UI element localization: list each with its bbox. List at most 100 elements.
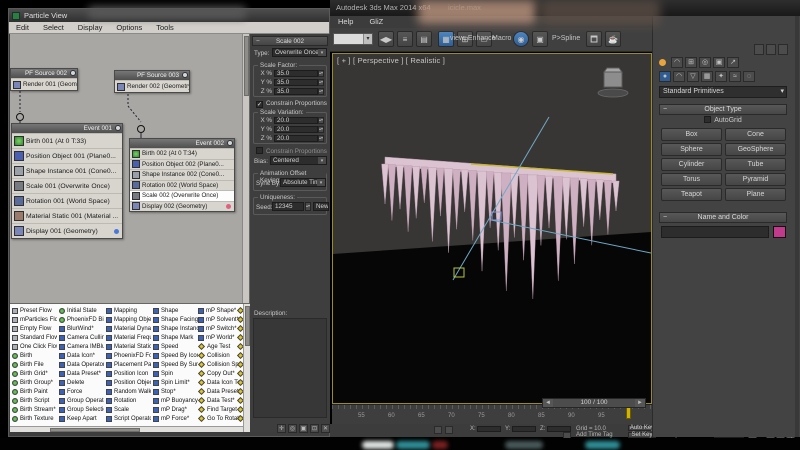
- isolate-selection-icon[interactable]: [434, 426, 442, 434]
- menu-item-edit[interactable]: Edit: [9, 22, 36, 33]
- depot-item-birth-group[interactable]: Birth Group*: [11, 378, 57, 387]
- perspective-viewport[interactable]: [ + ] [ Perspective ] [ Realistic ]: [332, 53, 652, 404]
- zoom-region-icon[interactable]: ▣: [299, 424, 308, 433]
- params-rollout-header[interactable]: − Scale 002: [252, 36, 328, 46]
- cylinder-button[interactable]: Cylinder: [661, 158, 722, 171]
- depot-horizontal-scrollbar[interactable]: [10, 426, 243, 432]
- type-dropdown[interactable]: Overwrite Once ▾: [272, 48, 327, 57]
- spinner-arrows[interactable]: ▴▾: [318, 70, 324, 77]
- depot-item-force[interactable]: Force: [58, 387, 104, 396]
- constrain-proportions-2[interactable]: Constrain Proportions: [256, 147, 327, 155]
- render-setup-icon[interactable]: ◉: [513, 31, 529, 47]
- value-field[interactable]: 35.0: [274, 88, 318, 95]
- no-zoom-icon[interactable]: ✕: [321, 424, 330, 433]
- depot-item-phoenixfd-force[interactable]: PhoenixFD Force: [105, 351, 151, 360]
- menu-item-gliz[interactable]: GliZ: [361, 16, 391, 27]
- render-operator-row[interactable]: Render 001 (Geometry): [11, 78, 77, 90]
- autogrid-row[interactable]: AutoGrid: [659, 116, 787, 124]
- depot-item-birth-grid[interactable]: Birth Grid*: [11, 369, 57, 378]
- spinner-row[interactable]: Z % 20.0 ▴▾: [256, 134, 324, 143]
- pan-tool-icon[interactable]: ✛: [277, 424, 286, 433]
- operator-row[interactable]: Display 001 (Geometry): [12, 223, 122, 238]
- pf-source-node[interactable]: PF Source 002 Render 001 (Geometry): [10, 68, 78, 91]
- depot-item-birth-paint[interactable]: Birth Paint: [11, 387, 57, 396]
- cone-button[interactable]: Cone: [725, 128, 786, 141]
- workspace-icon-3[interactable]: [778, 44, 788, 55]
- depot-item-speed[interactable]: Speed: [152, 342, 198, 351]
- depot-item-standard-flow[interactable]: Standard Flow: [11, 333, 57, 342]
- constrain-checkbox[interactable]: [256, 147, 263, 154]
- toolbar-text-pspline[interactable]: P>Spline: [552, 35, 580, 42]
- rollout-name-color[interactable]: − Name and Color: [659, 212, 787, 223]
- depot-item-preset-flow[interactable]: Preset Flow: [11, 306, 57, 315]
- depot-item-shape-mark[interactable]: Shape Mark: [152, 333, 198, 342]
- render-operator-row[interactable]: Render 002 (Geometry): [115, 80, 189, 92]
- subtab-geometry[interactable]: ●: [659, 71, 671, 82]
- depot-item-keep-apart[interactable]: Keep Apart: [58, 414, 104, 423]
- depot-item-mp-buoyancy[interactable]: mP Buoyancy*: [152, 396, 198, 405]
- command-panel-scrollbar[interactable]: [795, 16, 799, 437]
- operator-row[interactable]: Birth 001 (At 0 T:33): [12, 133, 122, 148]
- manage-layers-icon[interactable]: ▤: [416, 31, 432, 47]
- depot-item-empty-flow[interactable]: Empty Flow: [11, 324, 57, 333]
- depot-item-phoenixfd-birth[interactable]: PhoenixFD Birth: [58, 315, 104, 324]
- operator-row[interactable]: Display 002 (Geometry): [130, 200, 234, 211]
- operator-row[interactable]: Birth 002 (At 0 T:34): [130, 148, 234, 159]
- depot-item-scale[interactable]: Scale: [105, 405, 151, 414]
- workspace-icon-1[interactable]: [754, 44, 764, 55]
- value-field[interactable]: 35.0: [274, 70, 318, 77]
- subtab-spacewarps[interactable]: ≈: [729, 71, 741, 82]
- y-coordinate-field[interactable]: [512, 426, 536, 432]
- next-frame-icon[interactable]: ►: [635, 399, 645, 407]
- depot-item-mp-drag[interactable]: mP Drag*: [152, 405, 198, 414]
- enable-lamp-icon[interactable]: [227, 140, 233, 146]
- value-field[interactable]: 20.0: [274, 126, 318, 133]
- spinner-row[interactable]: Y % 20.0 ▴▾: [256, 125, 324, 134]
- torus-button[interactable]: Torus: [661, 173, 722, 186]
- depot-item-one-click-flow[interactable]: One Click Flow: [11, 342, 57, 351]
- depot-item-spin[interactable]: Spin: [152, 369, 198, 378]
- depot-item-position-object[interactable]: Position Object: [105, 378, 151, 387]
- sphere-button[interactable]: Sphere: [661, 143, 722, 156]
- depot-item-camera-imblur[interactable]: Camera IMBlur*: [58, 342, 104, 351]
- render-frame-icon[interactable]: ▣: [532, 31, 548, 47]
- depot[interactable]: Preset FlowmParticles Flow*Empty FlowSta…: [10, 303, 250, 432]
- depot-item-mparticles-flow[interactable]: mParticles Flow*: [11, 315, 57, 324]
- particle-view-canvas[interactable]: PF Source 002 Render 001 (Geometry) PF S…: [10, 34, 250, 303]
- subtab-systems[interactable]: ◌: [743, 71, 755, 82]
- selection-filter-dropdown[interactable]: ▾: [333, 33, 373, 45]
- subtab-shapes[interactable]: ◠: [673, 71, 685, 82]
- pf-source-header[interactable]: PF Source 002: [11, 69, 77, 78]
- spinner-row[interactable]: Y % 35.0 ▴▾: [256, 78, 324, 87]
- subtab-lights[interactable]: ▽: [687, 71, 699, 82]
- depot-item-stop[interactable]: Stop*: [152, 387, 198, 396]
- spinner-arrows[interactable]: ▴▾: [318, 126, 324, 133]
- prev-frame-icon[interactable]: ◄: [543, 399, 553, 407]
- operator-row[interactable]: Rotation 001 (World Space): [12, 193, 122, 208]
- spinner-row[interactable]: X % 35.0 ▴▾: [256, 69, 324, 78]
- depot-item-speed-by-surface[interactable]: Speed By Surface: [152, 360, 198, 369]
- autogrid-checkbox[interactable]: [704, 116, 712, 123]
- rollout-object-type[interactable]: − Object Type: [659, 104, 787, 115]
- bias-dropdown[interactable]: Centered ▾: [270, 156, 327, 165]
- operator-row[interactable]: Shape Instance 001 (Cone0...: [12, 163, 122, 178]
- plane-button[interactable]: Plane: [725, 188, 786, 201]
- menu-item-display[interactable]: Display: [71, 22, 110, 33]
- tab-hierarchy[interactable]: ⊞: [685, 57, 697, 68]
- spinner-arrows[interactable]: ▴▾: [318, 79, 324, 86]
- viewport-label[interactable]: [ + ] [ Perspective ] [ Realistic ]: [337, 56, 445, 65]
- spinner-arrows[interactable]: ▴▾: [318, 117, 324, 124]
- depot-item-mapping[interactable]: Mapping: [105, 306, 151, 315]
- zoom-extents-icon[interactable]: ⊡: [310, 424, 319, 433]
- track-bar[interactable]: 55 60 65 70 75 80 85 90 95 ◄ 100 / 100 ►: [332, 398, 652, 424]
- constrain-checkbox[interactable]: ✓: [256, 101, 263, 108]
- depot-item-mp-force[interactable]: mP Force*: [152, 414, 198, 423]
- menu-item-help[interactable]: Help: [330, 16, 361, 27]
- time-slider[interactable]: ◄ 100 / 100 ►: [542, 398, 646, 408]
- depot-item-blurwind[interactable]: BlurWind*: [58, 324, 104, 333]
- event-header[interactable]: Event 002: [130, 139, 234, 148]
- depot-item-group-operator[interactable]: Group Operator: [58, 396, 104, 405]
- depot-item-position-icon[interactable]: Position Icon: [105, 369, 151, 378]
- selection-lock-icon[interactable]: [445, 426, 453, 434]
- depot-item-camera-culling[interactable]: Camera Culling*: [58, 333, 104, 342]
